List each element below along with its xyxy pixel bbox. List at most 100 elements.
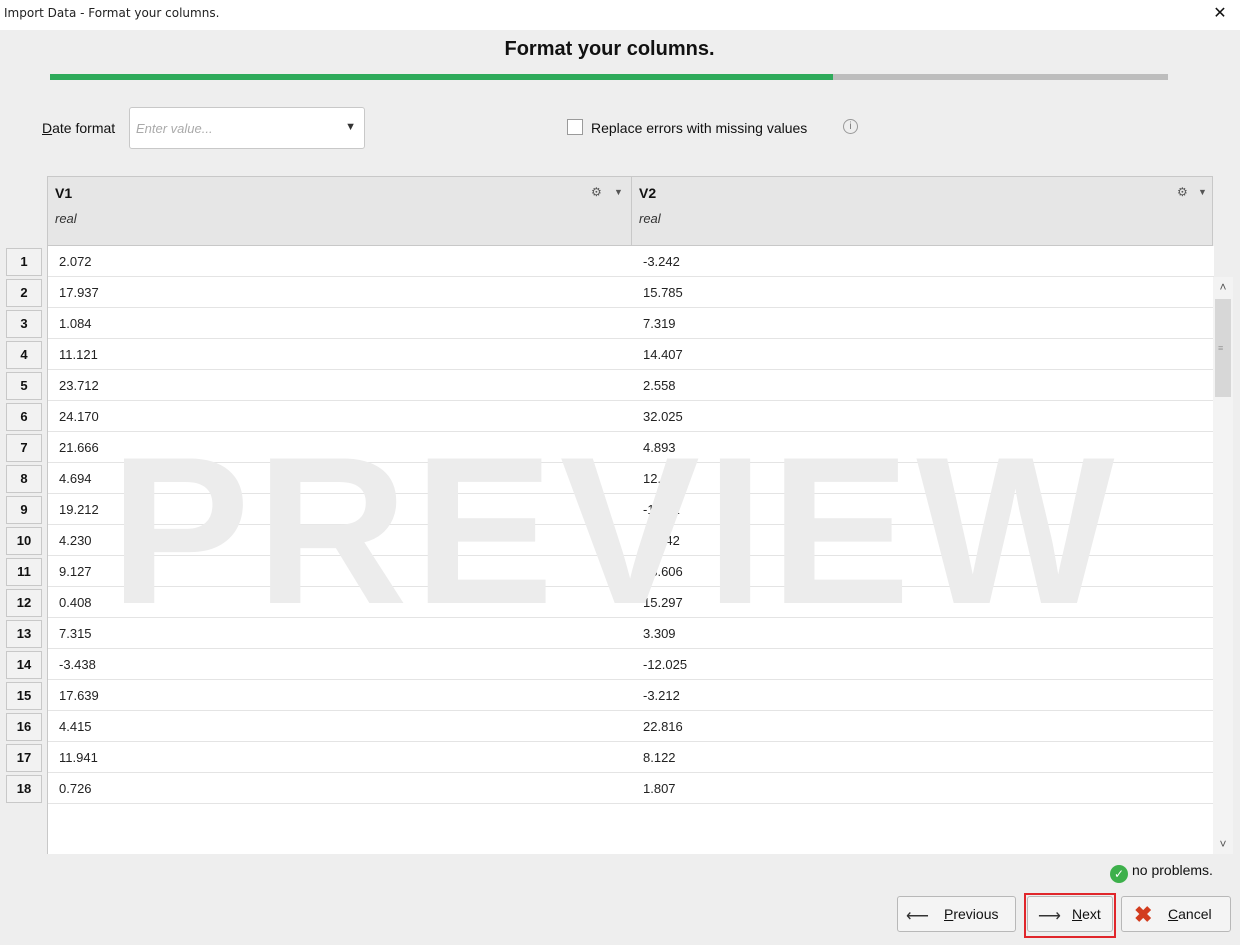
gear-icon[interactable]: ⚙	[591, 185, 602, 199]
cell-v1: 17.937	[59, 285, 99, 300]
cell-v1: 0.408	[59, 595, 92, 610]
cell-v1: 11.121	[59, 347, 98, 362]
cell-v1: 11.941	[59, 750, 98, 765]
row-number[interactable]: 7	[6, 434, 42, 462]
table-row[interactable]: 21.666 4.893	[48, 432, 1214, 463]
next-button-highlight	[1024, 893, 1116, 938]
preview-table: V1 real ⚙ ▼ V2 real ⚙ ▼ 2.072 -3.242 17.93…	[6, 176, 1232, 854]
row-number[interactable]: 17	[6, 744, 42, 772]
row-number[interactable]: 11	[6, 558, 42, 586]
table-row[interactable]: 11.121 14.407	[48, 339, 1214, 370]
table-row[interactable]: 9.127 23.606	[48, 556, 1214, 587]
close-icon[interactable]: ✕	[1209, 2, 1231, 26]
wizard-progress-fill	[50, 74, 833, 80]
chevron-down-icon[interactable]: ▼	[345, 121, 356, 133]
replace-errors-label[interactable]: Replace errors with missing values	[591, 120, 807, 136]
cell-v2: 15.785	[643, 285, 683, 300]
cancel-button-label: Cancel	[1168, 906, 1212, 922]
row-number[interactable]: 1	[6, 248, 42, 276]
previous-button-label: Previous	[944, 906, 999, 922]
row-number[interactable]: 10	[6, 527, 42, 555]
column-type: real	[55, 211, 77, 226]
table-row[interactable]: 19.212 -1.121	[48, 494, 1214, 525]
table-row[interactable]: 7.315 3.309	[48, 618, 1214, 649]
row-number[interactable]: 14	[6, 651, 42, 679]
date-format-label: Date format	[42, 120, 116, 136]
row-number[interactable]: 9	[6, 496, 42, 524]
gear-icon[interactable]: ⚙	[1177, 185, 1188, 199]
previous-button[interactable]: ⟵ Previous	[897, 896, 1016, 932]
column-header-v1[interactable]: V1 real ⚙ ▼	[47, 176, 632, 246]
cell-v2: -4.442	[643, 533, 680, 548]
row-number[interactable]: 18	[6, 775, 42, 803]
table-row[interactable]: 23.712 2.558	[48, 370, 1214, 401]
cell-v2: -3.212	[643, 688, 680, 703]
chevron-down-icon[interactable]: ▼	[1198, 187, 1207, 197]
table-row[interactable]: 4.230 -4.442	[48, 525, 1214, 556]
column-name: V1	[55, 185, 73, 201]
info-icon[interactable]: i	[843, 119, 858, 134]
table-row[interactable]: 17.639 -3.212	[48, 680, 1214, 711]
table-row[interactable]: 24.170 32.025	[48, 401, 1214, 432]
cell-v1: -3.438	[59, 657, 96, 672]
row-number[interactable]: 6	[6, 403, 42, 431]
column-name: V2	[639, 185, 657, 201]
column-header-v2[interactable]: V2 real ⚙ ▼	[631, 176, 1213, 246]
cell-v2: 3.309	[643, 626, 676, 641]
row-number[interactable]: 16	[6, 713, 42, 741]
cell-v1: 4.230	[59, 533, 92, 548]
cell-v2: 12.342	[643, 471, 683, 486]
cell-v2: 1.807	[643, 781, 676, 796]
scroll-down-icon[interactable]: ˅	[1213, 834, 1233, 854]
vertical-scrollbar[interactable]: ˄ ≡ ˅	[1213, 277, 1233, 854]
table-row[interactable]: 1.084 7.319	[48, 308, 1214, 339]
close-icon: ✖	[1134, 902, 1153, 927]
cancel-button[interactable]: ✖ Cancel	[1121, 896, 1231, 932]
row-number[interactable]: 4	[6, 341, 42, 369]
date-format-placeholder: Enter value...	[136, 121, 213, 136]
status-indicator: ✓ no problems.	[1110, 862, 1213, 883]
cell-v1: 24.170	[59, 409, 99, 424]
cell-v2: 4.893	[643, 440, 676, 455]
check-icon: ✓	[1110, 865, 1128, 883]
table-row[interactable]: 4.694 12.342	[48, 463, 1214, 494]
cell-v2: -12.025	[643, 657, 688, 672]
grip-icon: ≡	[1218, 343, 1224, 353]
table-row[interactable]: 2.072 -3.242	[48, 246, 1214, 277]
cell-v1: 21.666	[59, 440, 99, 455]
row-number[interactable]: 12	[6, 589, 42, 617]
scrollbar-thumb[interactable]: ≡	[1215, 299, 1231, 397]
window-title: Import Data - Format your columns.	[4, 6, 220, 20]
cell-v2: 2.558	[643, 378, 676, 393]
chevron-down-icon[interactable]: ▼	[614, 187, 623, 197]
row-number[interactable]: 5	[6, 372, 42, 400]
date-format-dropdown[interactable]: Enter value... ▼	[129, 107, 365, 149]
row-number[interactable]: 3	[6, 310, 42, 338]
cell-v2: 7.319	[643, 316, 676, 331]
cell-v1: 2.072	[59, 254, 92, 269]
row-number[interactable]: 15	[6, 682, 42, 710]
cell-v1: 1.084	[59, 316, 92, 331]
cell-v2: 22.816	[643, 719, 683, 734]
table-row[interactable]: 11.941 8.122	[48, 742, 1214, 773]
wizard-progress-bar	[50, 74, 1168, 80]
table-row[interactable]: -3.438 -12.025	[48, 649, 1214, 680]
table-row[interactable]: 4.415 22.816	[48, 711, 1214, 742]
replace-errors-checkbox[interactable]	[567, 119, 583, 135]
row-number[interactable]: 2	[6, 279, 42, 307]
row-number[interactable]: 13	[6, 620, 42, 648]
window-edge	[1240, 30, 1245, 945]
scroll-up-icon[interactable]: ˄	[1213, 277, 1233, 297]
cell-v1: 4.415	[59, 719, 92, 734]
table-row[interactable]: 0.726 1.807	[48, 773, 1214, 804]
status-text: no problems.	[1132, 862, 1213, 878]
column-type: real	[639, 211, 661, 226]
table-body: 2.072 -3.242 17.937 15.785 1.084 7.319 11.121 1…	[47, 246, 1214, 854]
cell-v2: -3.242	[643, 254, 680, 269]
arrow-left-icon: ⟵	[906, 908, 929, 925]
table-row[interactable]: 0.408 15.297	[48, 587, 1214, 618]
cell-v1: 17.639	[59, 688, 99, 703]
cell-v2: 32.025	[643, 409, 683, 424]
row-number[interactable]: 8	[6, 465, 42, 493]
table-row[interactable]: 17.937 15.785	[48, 277, 1214, 308]
